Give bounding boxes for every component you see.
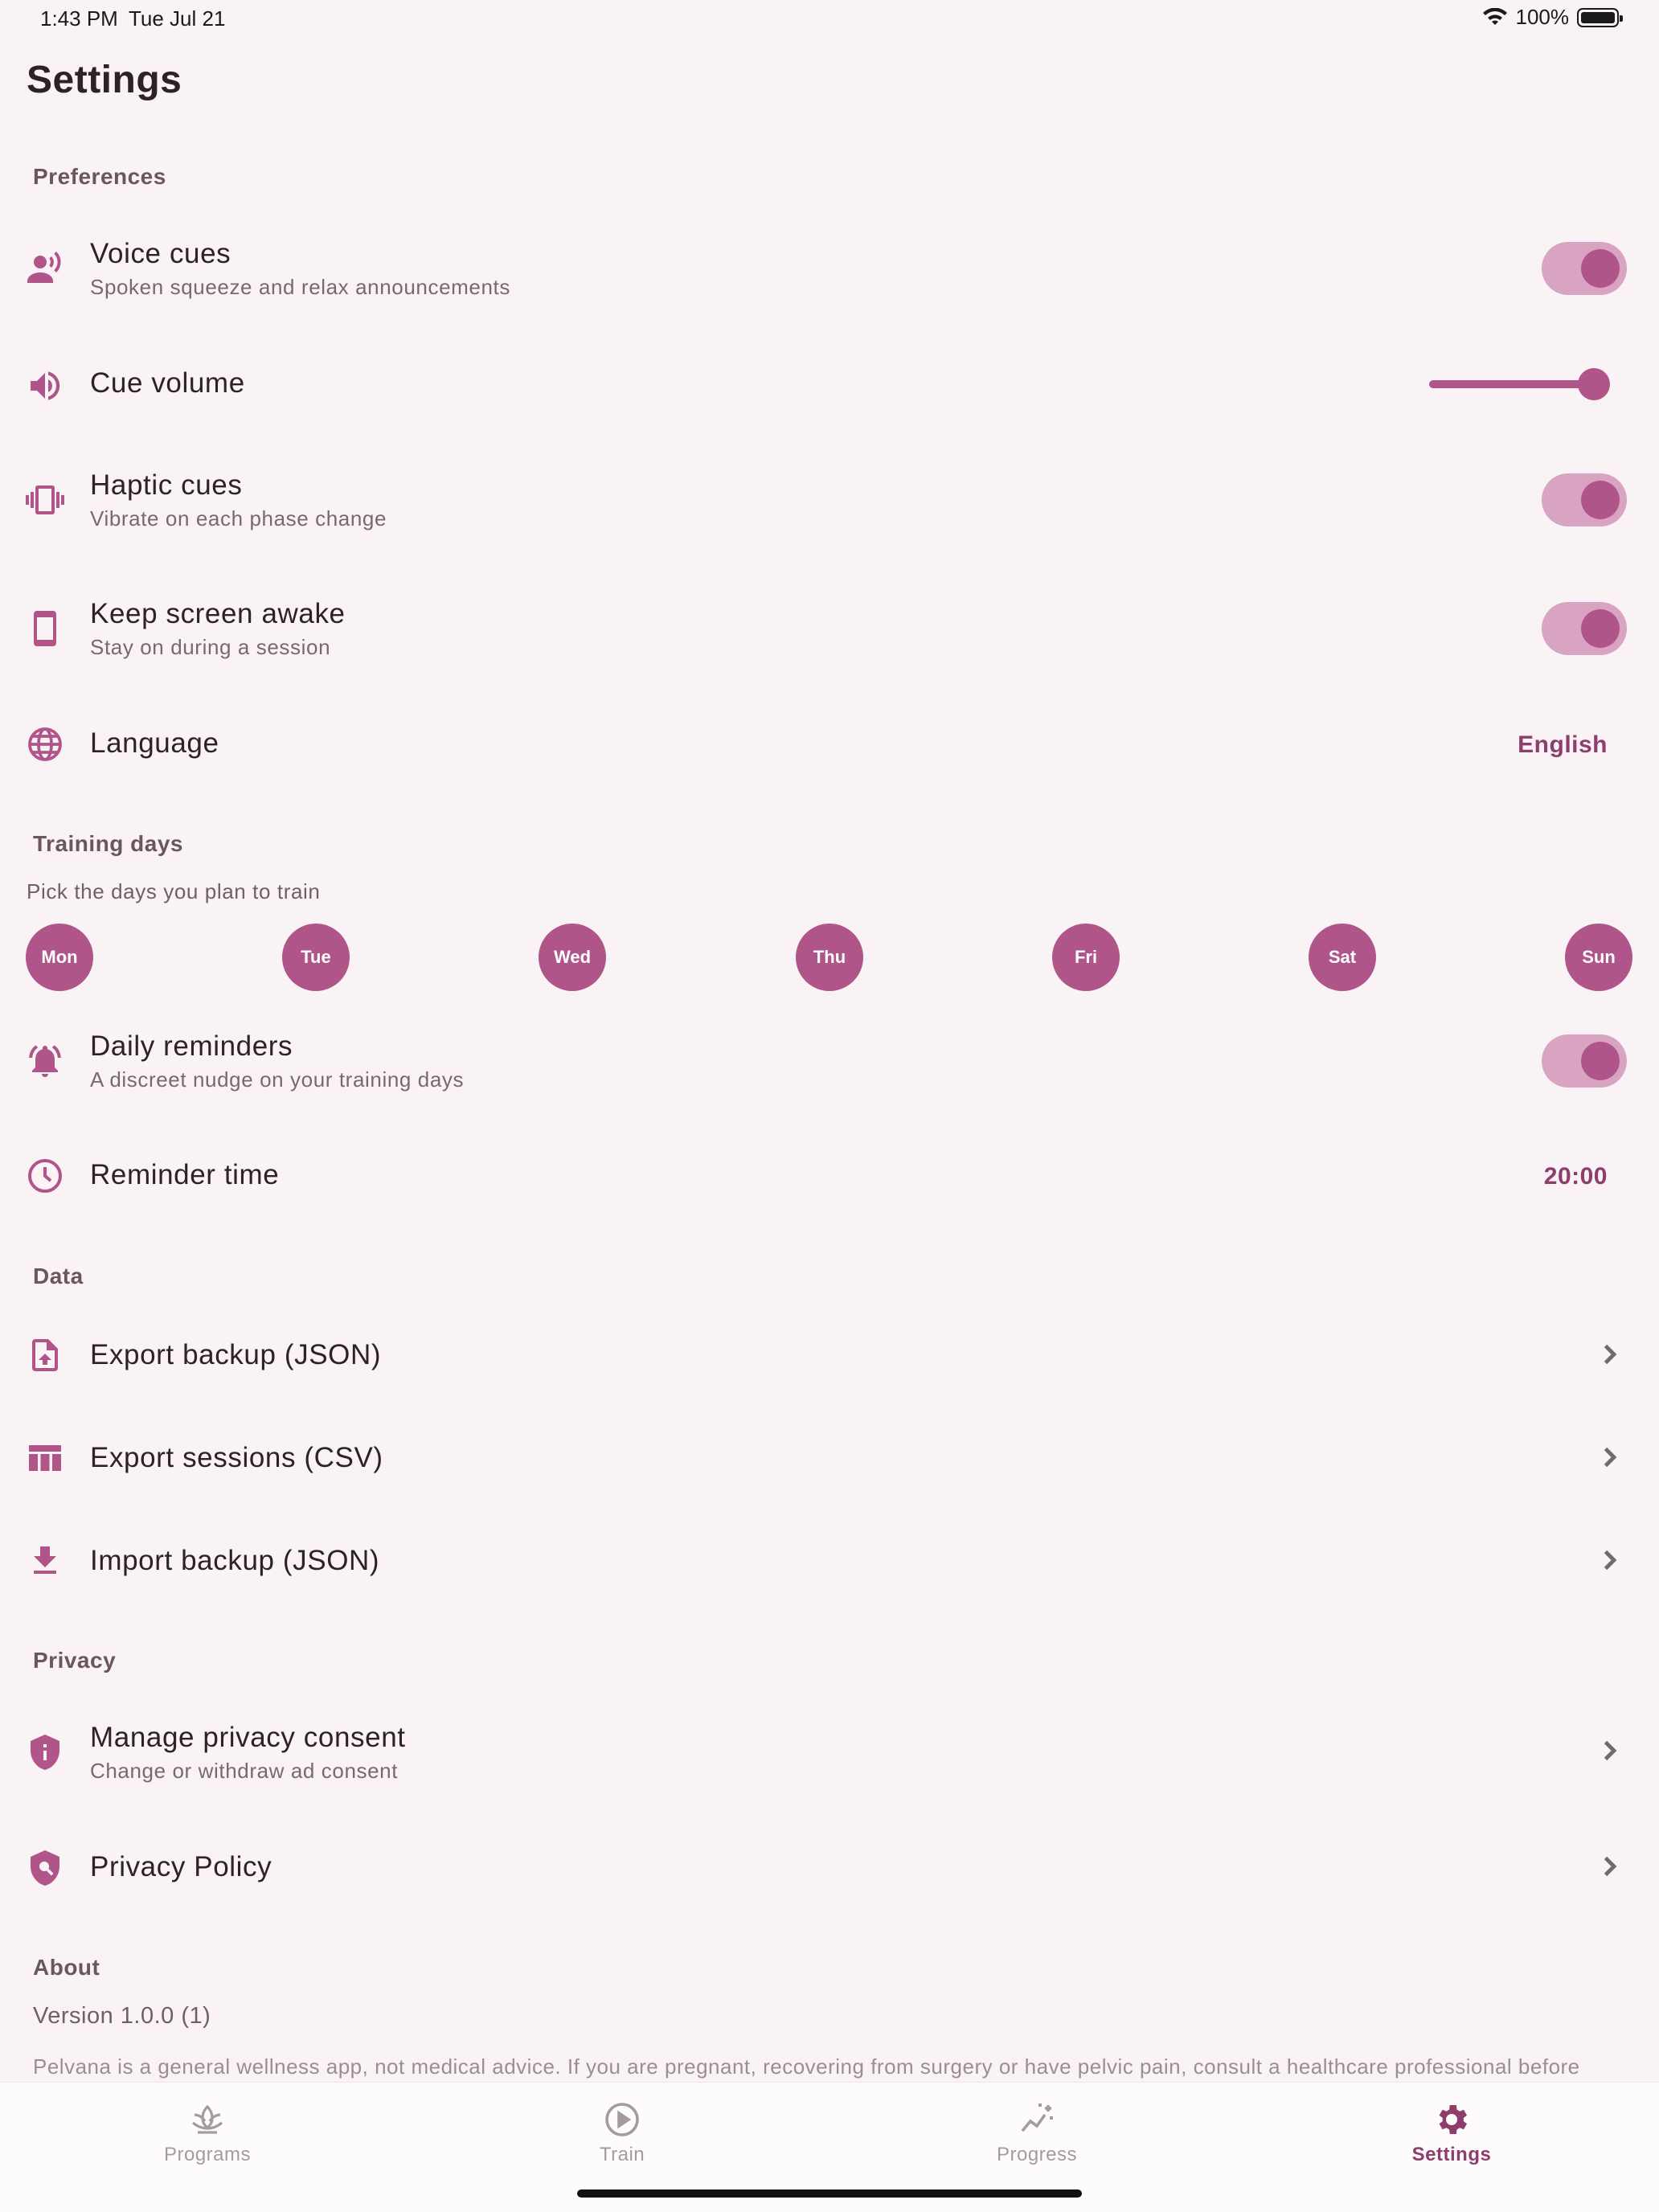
play-circle-icon [605,2103,639,2136]
volume-icon [23,363,68,408]
status-date: Tue Jul 21 [129,6,226,31]
import-backup-title: Import backup (JSON) [90,1545,380,1576]
manage-consent-subtitle: Change or withdraw ad consent [90,1759,399,1783]
day-wed[interactable]: Wed [539,924,606,991]
keep-awake-subtitle: Stay on during a session [90,635,331,659]
reminder-time-title: Reminder time [90,1159,280,1190]
section-training-days: Training days [33,831,183,856]
manage-consent-title: Manage privacy consent [90,1722,406,1753]
status-time: 1:43 PM [40,6,118,31]
section-data: Data [33,1264,84,1288]
table-icon [23,1436,68,1481]
keep-awake-title: Keep screen awake [90,598,346,629]
tab-programs[interactable]: Programs [111,2100,304,2166]
day-tue[interactable]: Tue [282,924,350,991]
voice-cues-toggle[interactable] [1542,242,1627,295]
phone-icon [23,606,68,651]
haptic-cues-subtitle: Vibrate on each phase change [90,506,387,530]
vibrate-icon [23,477,68,522]
section-preferences: Preferences [33,164,166,189]
privacy-policy-title: Privacy Policy [90,1851,272,1882]
daily-reminders-title: Daily reminders [90,1030,293,1062]
day-fri[interactable]: Fri [1052,924,1120,991]
clock-icon [23,1153,68,1198]
toggle-knob [1581,481,1620,519]
sparkle-chart-icon [1021,2103,1053,2132]
chevron-right-icon [1595,1736,1624,1765]
globe-icon [23,722,68,767]
gear-icon [1439,2105,1467,2134]
export-backup-title: Export backup (JSON) [90,1339,382,1370]
page-title: Settings [27,59,182,101]
download-icon [23,1538,68,1583]
wellness-disclaimer: Pelvana is a general wellness app, not m… [33,2054,1580,2079]
import-backup-row[interactable]: Import backup (JSON) [0,1501,1659,1622]
chevron-right-icon [1595,1340,1624,1369]
export-sessions-title: Export sessions (CSV) [90,1442,383,1473]
tab-label: Programs [163,2144,252,2165]
app-version: Version 1.0.0 (1) [33,2003,211,2029]
chevron-right-icon [1595,1443,1624,1472]
section-about: About [33,1955,100,1980]
battery-percent: 100% [1515,5,1570,29]
cue-volume-row: Cue volume [0,324,1659,444]
tab-label: Train [599,2144,645,2165]
toggle-knob [1581,249,1620,288]
file-upload-icon [23,1333,68,1378]
manage-consent-row[interactable]: Manage privacy consent Change or withdra… [0,1691,1659,1812]
status-indicators: 100% [1482,5,1623,30]
haptic-cues-toggle[interactable] [1542,473,1627,526]
status-bar: 1:43 PM Tue Jul 21 100% [0,0,1659,39]
tab-train[interactable]: Train [526,2100,719,2166]
daily-reminders-toggle[interactable] [1542,1034,1627,1088]
wifi-icon [1482,7,1507,25]
tab-label: Progress [996,2144,1078,2165]
haptic-cues-row[interactable]: Haptic cues Vibrate on each phase change [0,439,1659,559]
reminder-time-row[interactable]: Reminder time 20:00 [0,1115,1659,1235]
tab-settings[interactable]: Settings [1355,2100,1548,2166]
tab-label: Settings [1411,2144,1492,2165]
toggle-knob [1581,1042,1620,1080]
day-sat[interactable]: Sat [1309,924,1376,991]
privacy-policy-row[interactable]: Privacy Policy [0,1807,1659,1927]
toggle-knob [1581,609,1620,648]
battery-icon [1577,7,1623,27]
day-thu[interactable]: Thu [796,924,863,991]
language-title: Language [90,727,219,759]
voice-cues-subtitle: Spoken squeeze and relax announcements [90,275,510,299]
home-indicator [577,2189,1082,2198]
training-days-hint: Pick the days you plan to train [27,879,321,903]
section-privacy: Privacy [33,1648,117,1673]
daily-reminders-row[interactable]: Daily reminders A discreet nudge on your… [0,1000,1659,1120]
chevron-right-icon [1595,1546,1624,1575]
chevron-right-icon [1595,1852,1624,1881]
shield-info-icon [23,1730,68,1775]
language-value[interactable]: English [1518,731,1608,759]
bell-ringing-icon [23,1038,68,1083]
cue-volume-slider-thumb[interactable] [1578,368,1610,400]
cue-volume-title: Cue volume [90,367,245,399]
tab-progress[interactable]: Progress [940,2100,1133,2166]
shield-search-icon [23,1845,68,1890]
settings-screen: 1:43 PM Tue Jul 21 100% Settings Prefere… [0,0,1659,2212]
lotus-icon [191,2104,223,2134]
day-sun[interactable]: Sun [1565,924,1632,991]
haptic-cues-title: Haptic cues [90,469,243,501]
voice-person-icon [23,246,68,291]
day-mon[interactable]: Mon [26,924,93,991]
daily-reminders-subtitle: A discreet nudge on your training days [90,1067,465,1092]
voice-cues-title: Voice cues [90,238,231,269]
cue-volume-slider-track[interactable] [1429,380,1595,388]
voice-cues-row[interactable]: Voice cues Spoken squeeze and relax anno… [0,207,1659,328]
keep-awake-toggle[interactable] [1542,602,1627,655]
reminder-time-value[interactable]: 20:00 [1544,1163,1608,1190]
keep-awake-row[interactable]: Keep screen awake Stay on during a sessi… [0,567,1659,688]
language-row[interactable]: Language English [0,683,1659,804]
